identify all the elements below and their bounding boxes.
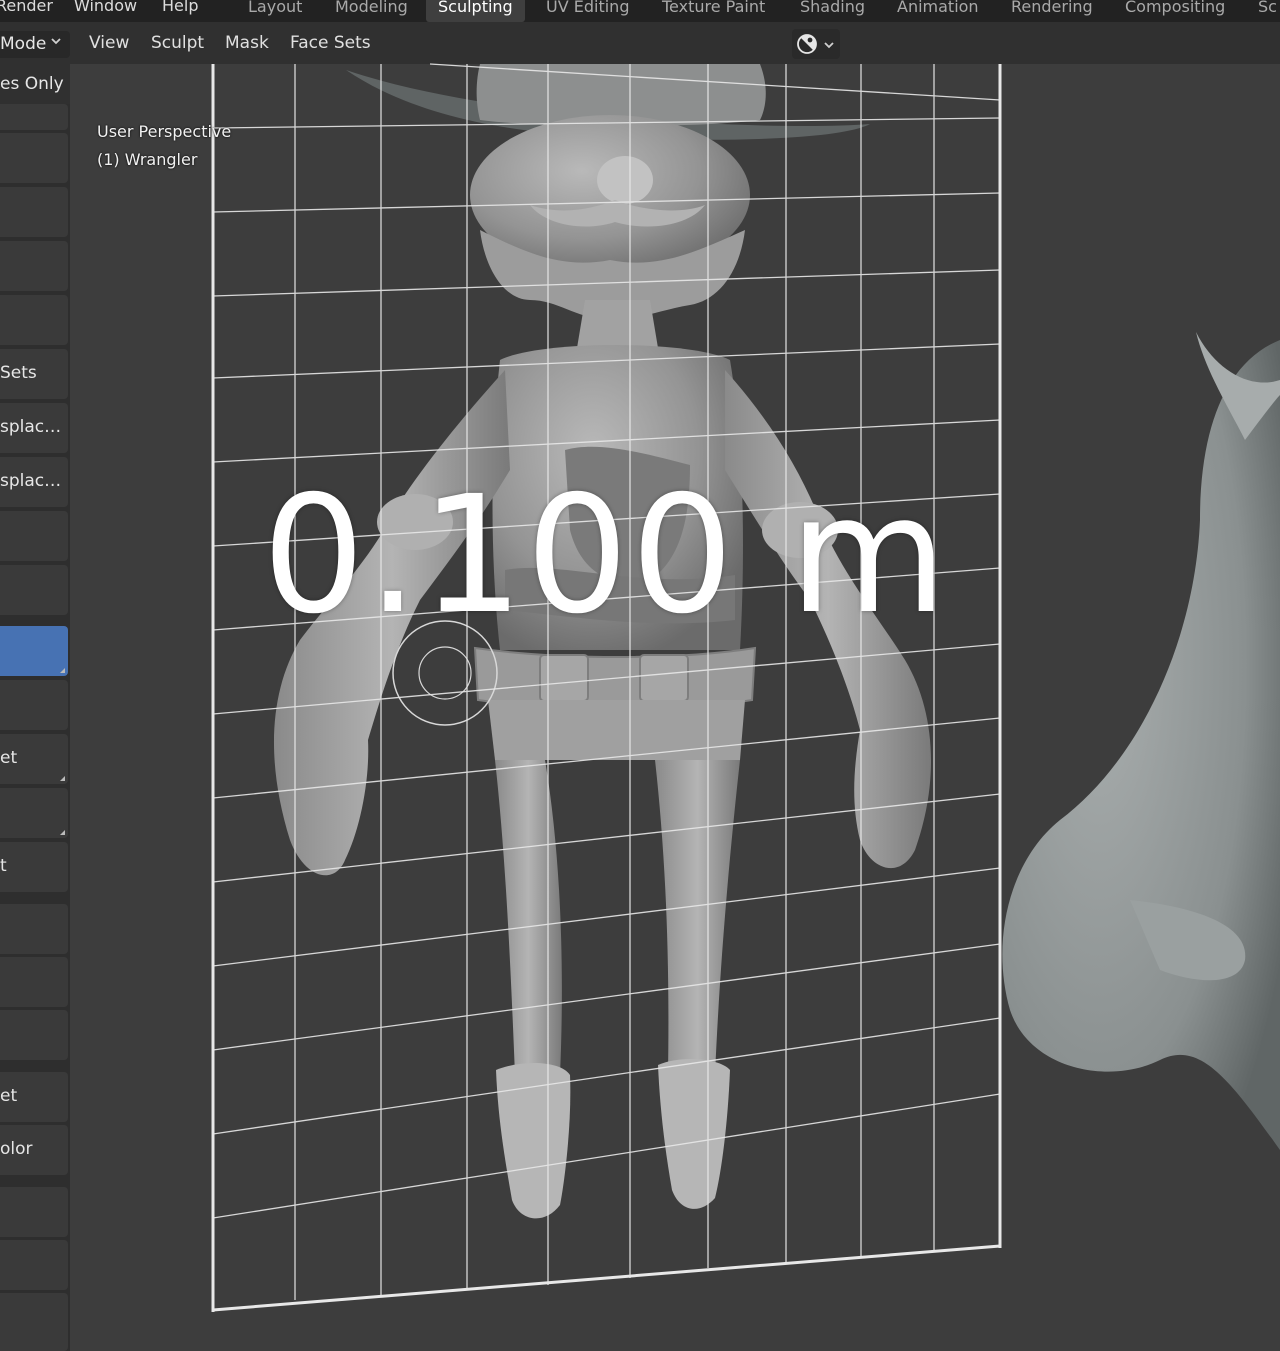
tool-t[interactable]: t: [0, 842, 68, 892]
tool-button[interactable]: [0, 1240, 68, 1290]
tool-button[interactable]: [0, 511, 68, 561]
sculpt-scene[interactable]: [0, 0, 1280, 1351]
tool-label: Sets: [0, 363, 37, 383]
tool-button[interactable]: [0, 788, 68, 838]
tool-button[interactable]: [0, 957, 68, 1007]
grid-scale-readout: 0.100 m: [262, 462, 950, 650]
tool-button[interactable]: [0, 104, 68, 130]
tool-color[interactable]: olor: [0, 1125, 68, 1175]
corner-triangle-icon: [60, 830, 65, 835]
tool-button[interactable]: [0, 1293, 68, 1351]
tool-active[interactable]: [0, 626, 68, 676]
tool-label: et: [0, 748, 18, 768]
tool-label: olor: [0, 1139, 33, 1159]
tool-face-sets[interactable]: Sets: [0, 349, 68, 399]
tool-button[interactable]: [0, 565, 68, 615]
active-object-label: (1) Wrangler: [97, 150, 198, 169]
tool-button[interactable]: [0, 1010, 68, 1060]
tool-set-1[interactable]: et: [0, 734, 68, 784]
tool-button[interactable]: [0, 187, 68, 237]
tool-label: t: [0, 856, 7, 876]
perspective-label: User Perspective: [97, 122, 232, 141]
corner-triangle-icon: [60, 668, 65, 673]
tool-button[interactable]: [0, 904, 68, 954]
tool-button[interactable]: [0, 241, 68, 291]
tool-button[interactable]: [0, 295, 68, 345]
tool-button[interactable]: [0, 133, 68, 183]
tool-shelf: Sets splac… splac… et t et olor: [0, 104, 70, 1351]
tool-set-2[interactable]: et: [0, 1072, 68, 1122]
tool-button[interactable]: [0, 680, 68, 730]
tool-label: splac…: [0, 417, 62, 437]
tool-label: et: [0, 1086, 18, 1106]
creature-model: [1002, 332, 1280, 1150]
tool-displace-2[interactable]: splac…: [0, 457, 68, 507]
corner-triangle-icon: [60, 776, 65, 781]
character-legs: [495, 760, 740, 1219]
viewport-info-overlay: User Perspective (1) Wrangler: [97, 118, 231, 174]
tool-label: splac…: [0, 471, 62, 491]
tool-button[interactable]: [0, 1187, 68, 1237]
tool-displace-1[interactable]: splac…: [0, 403, 68, 453]
